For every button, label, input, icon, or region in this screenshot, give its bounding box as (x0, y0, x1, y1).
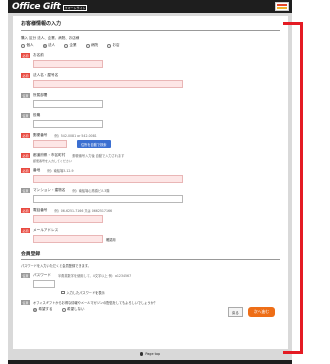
prefecture-note: 郵便番号を入力してください (33, 159, 72, 163)
arrow-up-icon (139, 352, 144, 356)
prefecture-label: 都道府県・市区町村 (33, 153, 66, 157)
postal-hint: 例）542-0081 or 542-0081 (54, 134, 97, 138)
position-field: 任意 役職 (21, 113, 280, 128)
page-top-link[interactable]: Page top (8, 352, 292, 356)
phone-input[interactable] (33, 215, 103, 223)
type-radio-3[interactable]: 病院 (85, 43, 98, 48)
type-radio-label: 病院 (91, 43, 98, 47)
newsletter-radio-0[interactable]: 希望する (33, 307, 53, 312)
required-tag: 必須 (21, 73, 31, 78)
company-input[interactable] (33, 80, 183, 88)
building-label: マンション・建物名 (33, 188, 66, 192)
type-radio-label: 法人 (48, 43, 55, 47)
postal-label: 郵便番号 (33, 133, 48, 137)
type-radio-label: 個人 (26, 43, 34, 47)
password-hint: 半角英数字を使用して、4文字以上 例：a1234567 (57, 274, 132, 278)
type-radio-1[interactable]: 法人 (42, 43, 55, 48)
form-actions: 戻る 次へ進む (228, 307, 275, 317)
header: Office Gift スマートサイト (8, 0, 292, 13)
logo[interactable]: Office Gift (12, 2, 61, 12)
email-confirm-label: 確認用 (106, 238, 116, 242)
postal-input[interactable] (33, 140, 67, 148)
company-label: 法人名・屋号名 (33, 73, 59, 77)
type-label: 購入 区分 法人、企業、病院、お店様 (21, 36, 80, 40)
email-input[interactable] (33, 235, 103, 243)
page-top-label: Page top (145, 352, 161, 356)
required-tag: 必須 (21, 208, 31, 213)
optional-tag: 任意 (21, 300, 31, 305)
required-tag: 必須 (21, 153, 31, 158)
type-radio-4[interactable]: お店 (107, 43, 120, 48)
position-input[interactable] (33, 120, 103, 128)
show-password-toggle[interactable]: 入力したパスワードを表示 (61, 290, 280, 295)
email-field: 必須 メールアドレス 確認用 (21, 228, 280, 243)
member-description: パスワードを入力いただくと会員登録できます。 (21, 264, 91, 268)
newsletter-radio-1[interactable]: 希望しない (61, 307, 85, 312)
address-label: 番地 (33, 168, 41, 172)
address-search-button[interactable]: 住所を自動で検索 (77, 140, 111, 148)
required-tag: 必須 (21, 228, 31, 233)
page-title: お客様情報の入力 (21, 20, 280, 31)
name-field: 必須 お名前 (21, 53, 280, 68)
member-title: 会員登録 (21, 250, 280, 260)
address-input[interactable] (33, 175, 183, 183)
prefecture-field: 必須 都道府県・市区町村 郵便番号入力後 自動で入力されます 郵便番号を入力してくだ… (21, 153, 280, 163)
name-input[interactable] (33, 60, 103, 68)
newsletter-label: オフィスギフトからお得な情報やメールマガジンの配信をしてもよろしいでしょうか？ (33, 301, 157, 305)
postal-field: 必須 郵便番号 例）542-0081 or 542-0081 住所を自動で検索 (21, 133, 280, 148)
name-label: お名前 (33, 53, 44, 57)
screen: Office Gift スマートサイト お客様情報の入力 購入 区分 法人、企業… (8, 0, 292, 364)
back-button[interactable]: 戻る (228, 307, 243, 317)
position-label: 役職 (33, 113, 41, 117)
phone-hint: 例）06-6251-7166 又は 0662517166 (54, 209, 113, 213)
building-input[interactable] (33, 195, 183, 203)
type-radio-label: お店 (112, 43, 120, 47)
address-hint: 例）南船場3-12-9 (47, 169, 74, 173)
logo-subtitle: スマートサイト (62, 5, 88, 11)
building-field: 任意 マンション・建物名 例）南船場心斎橋ビル3階 (21, 188, 280, 203)
password-field: 任意 パスワード 半角英数字を使用して、4文字以上 例：a1234567 入力したパ… (21, 273, 280, 295)
department-input[interactable] (33, 100, 103, 108)
optional-tag: 任意 (21, 273, 31, 278)
type-radio-0[interactable]: 個人 (21, 43, 34, 48)
type-group: 購入 区分 法人、企業、病院、お店様 個人 法人 企業 病院 お店 (21, 36, 280, 48)
email-label: メールアドレス (33, 228, 59, 232)
department-label: 所属部署 (33, 93, 48, 97)
show-password-label: 入力したパスワードを表示 (66, 291, 105, 295)
next-button[interactable]: 次へ進む (247, 307, 275, 317)
footer: Page top (8, 349, 292, 364)
department-field: 任意 所属部署 (21, 93, 280, 108)
footer-bar (8, 360, 292, 364)
optional-tag: 任意 (21, 113, 31, 118)
required-tag: 必須 (21, 168, 31, 173)
password-input[interactable] (33, 280, 55, 288)
prefecture-hint: 郵便番号入力後 自動で入力されます (72, 154, 125, 158)
newsletter-radio-label: 希望しない (67, 307, 85, 311)
company-field: 必須 法人名・屋号名 (21, 73, 280, 88)
newsletter-radio-label: 希望する (38, 307, 53, 311)
required-tag: 必須 (21, 53, 31, 58)
address-field: 必須 番地 例）南船場3-12-9 (21, 168, 280, 183)
phone-field: 必須 電話番号 例）06-6251-7166 又は 0662517166 (21, 208, 280, 223)
type-options: 個人 法人 企業 病院 お店 (21, 43, 280, 48)
type-radio-2[interactable]: 企業 (64, 43, 77, 48)
optional-tag: 任意 (21, 188, 31, 193)
optional-tag: 任意 (21, 93, 31, 98)
highlight-bracket (283, 22, 303, 354)
badge-icon[interactable] (275, 2, 289, 11)
type-radio-label: 企業 (69, 43, 77, 47)
password-label: パスワード (33, 273, 51, 277)
phone-label: 電話番号 (33, 208, 48, 212)
form-panel: お客様情報の入力 購入 区分 法人、企業、病院、お店様 個人 法人 企業 病院 … (13, 16, 288, 349)
required-tag: 必須 (21, 133, 31, 138)
checkbox-icon (61, 290, 65, 295)
building-hint: 例）南船場心斎橋ビル3階 (72, 189, 110, 193)
